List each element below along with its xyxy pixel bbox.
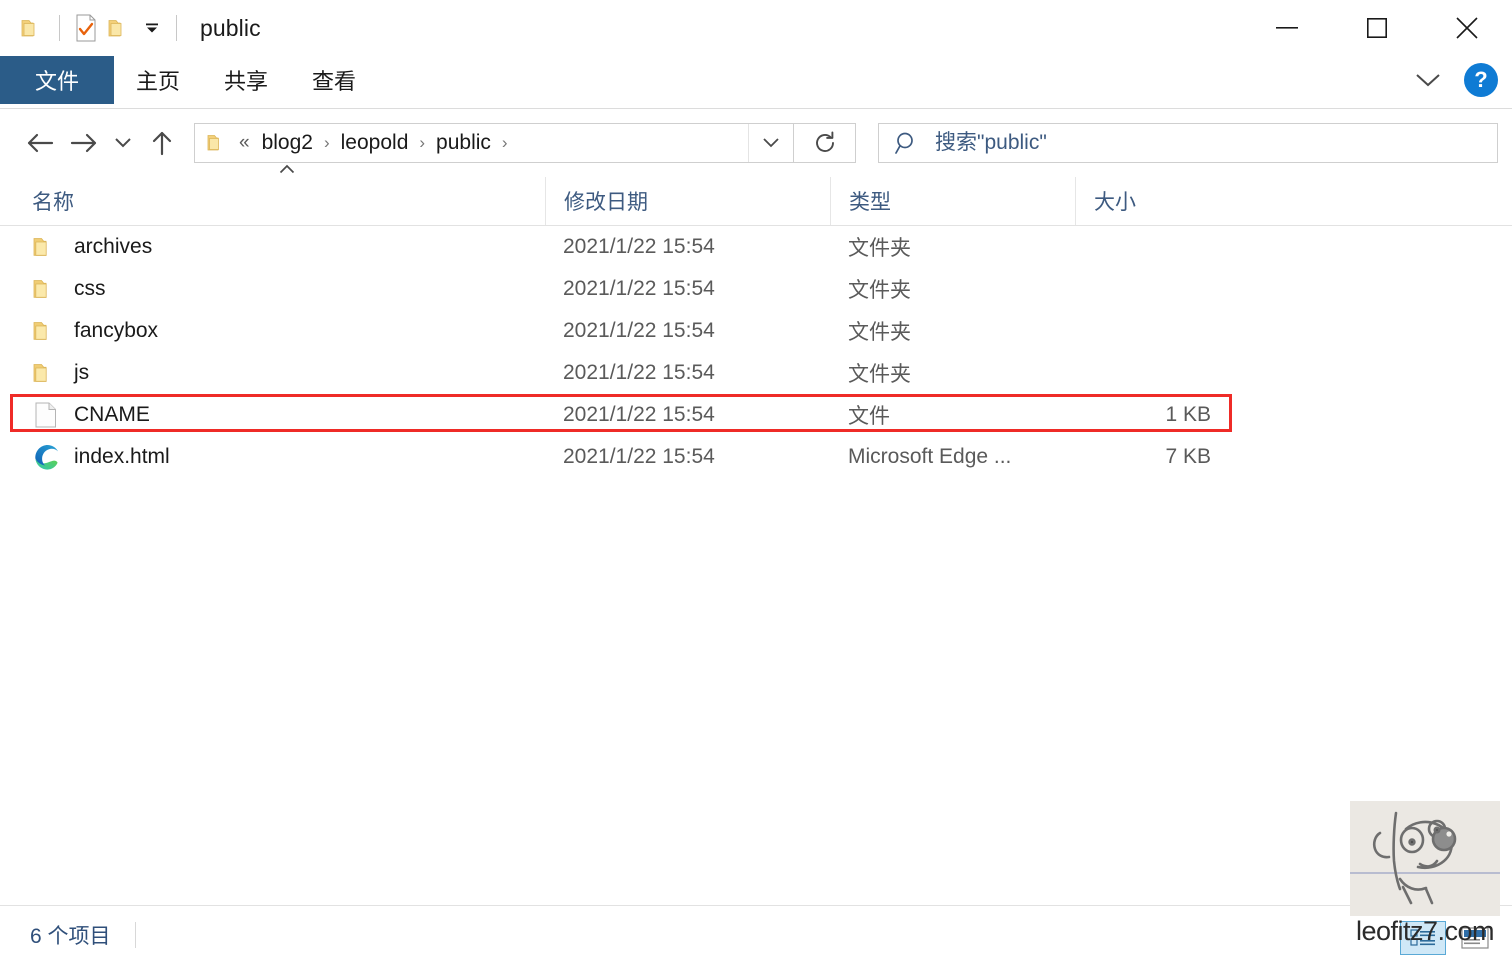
properties-icon[interactable]	[69, 11, 103, 45]
file-name-label: CNAME	[74, 403, 150, 426]
file-date-cell: 2021/1/22 15:54	[563, 445, 715, 468]
file-date-cell: 2021/1/22 15:54	[563, 277, 715, 300]
close-button[interactable]	[1422, 0, 1512, 56]
file-date-cell: 2021/1/22 15:54	[563, 361, 715, 384]
search-icon	[879, 131, 935, 155]
file-name-cell: fancybox	[0, 317, 545, 345]
file-type-cell: 文件夹	[848, 279, 911, 302]
folder-icon	[32, 275, 60, 303]
file-date-cell: 2021/1/22 15:54	[563, 319, 715, 342]
tab-view[interactable]: 查看	[290, 56, 378, 104]
file-date-cell: 2021/1/22 15:54	[563, 403, 715, 426]
up-icon[interactable]	[140, 121, 184, 165]
breadcrumb-chevron-3[interactable]: ›	[495, 133, 515, 153]
chevron-down-icon[interactable]	[1406, 60, 1450, 100]
folder-icon	[32, 233, 60, 261]
file-type-cell: 文件夹	[848, 321, 911, 344]
table-row[interactable]: css 2021/1/22 15:54 文件夹	[0, 268, 1512, 310]
tab-share[interactable]: 共享	[202, 56, 290, 104]
maximize-button[interactable]	[1332, 0, 1422, 56]
title-bar: public	[0, 0, 1512, 56]
back-icon[interactable]	[18, 121, 62, 165]
breadcrumb: « blog2 › leopold › public ›	[237, 128, 748, 158]
view-mode-buttons	[1400, 921, 1498, 955]
table-row[interactable]: index.html 2021/1/22 15:54 Microsoft Edg…	[0, 436, 1512, 478]
ribbon-right-controls: ?	[1406, 60, 1498, 100]
edge-icon	[32, 443, 60, 471]
column-header-row: 名称 修改日期 类型 大小	[0, 164, 1512, 226]
file-name-cell: js	[0, 359, 545, 387]
file-type-cell: Microsoft Edge ...	[848, 445, 1012, 468]
breadcrumb-item-blog2[interactable]: blog2	[258, 128, 317, 158]
minimize-button[interactable]	[1242, 0, 1332, 56]
sort-ascending-icon	[278, 163, 296, 175]
file-size-cell: 1 KB	[1165, 403, 1211, 426]
large-icons-view-button[interactable]	[1452, 921, 1498, 955]
file-name-cell: CNAME	[0, 401, 545, 429]
breadcrumb-item-public[interactable]: public	[432, 128, 495, 158]
file-size-cell: 7 KB	[1165, 445, 1211, 468]
item-count-label: 6 个项目	[30, 924, 111, 948]
quick-access-dropdown-icon[interactable]	[137, 11, 167, 45]
file-type-cell: 文件	[848, 405, 890, 428]
window-controls	[1242, 0, 1512, 56]
folder-icon	[32, 359, 60, 387]
tab-home[interactable]: 主页	[114, 56, 202, 104]
quick-access-toolbar	[0, 11, 186, 45]
status-divider	[134, 921, 136, 948]
navigation-bar: « blog2 › leopold › public ›	[0, 109, 1512, 177]
file-date-cell: 2021/1/22 15:54	[563, 235, 715, 258]
refresh-button[interactable]	[794, 123, 856, 163]
file-name-label: index.html	[74, 445, 170, 468]
breadcrumb-overflow[interactable]: «	[237, 132, 258, 154]
toolbar-divider	[59, 15, 60, 41]
status-bar: 6 个项目	[0, 905, 1512, 963]
address-dropdown-icon[interactable]	[748, 124, 793, 162]
column-header-name-label: 名称	[32, 191, 74, 214]
breadcrumb-chevron-1[interactable]: ›	[317, 133, 337, 153]
help-icon[interactable]: ?	[1464, 63, 1498, 97]
details-view-button[interactable]	[1400, 921, 1446, 955]
file-type-cell: 文件夹	[848, 363, 911, 386]
search-input[interactable]	[935, 131, 1497, 155]
column-header-size-label: 大小	[1094, 191, 1136, 214]
breadcrumb-item-leopold[interactable]: leopold	[337, 128, 413, 158]
search-box[interactable]	[878, 123, 1498, 163]
file-name-cell: css	[0, 275, 545, 303]
address-folder-icon	[207, 133, 229, 153]
file-list: archives 2021/1/22 15:54 文件夹 css 2021/1/…	[0, 226, 1512, 896]
tab-file[interactable]: 文件	[0, 56, 114, 104]
breadcrumb-chevron-2[interactable]: ›	[412, 133, 432, 153]
address-bar[interactable]: « blog2 › leopold › public ›	[194, 123, 794, 163]
title-divider	[176, 15, 177, 41]
column-header-date[interactable]: 修改日期	[545, 177, 830, 225]
file-explorer-window: public 文件 主页 共享 查看 ? « blog2 › leopold ›…	[0, 0, 1512, 963]
column-header-type[interactable]: 类型	[830, 177, 1075, 225]
file-icon	[32, 401, 60, 429]
column-header-size[interactable]: 大小	[1075, 177, 1235, 225]
table-row[interactable]: fancybox 2021/1/22 15:54 文件夹	[0, 310, 1512, 352]
column-header-type-label: 类型	[849, 191, 891, 214]
annotated-row-wrapper: CNAME 2021/1/22 15:54 文件 1 KB	[0, 394, 1512, 436]
ribbon-tab-bar: 文件 主页 共享 查看 ?	[0, 56, 1512, 109]
new-folder-icon[interactable]	[103, 11, 137, 45]
column-header-name[interactable]: 名称	[0, 164, 545, 225]
file-type-cell: 文件夹	[848, 237, 911, 260]
file-name-label: js	[74, 361, 90, 384]
file-name-label: archives	[74, 235, 153, 258]
file-name-label: css	[74, 277, 106, 300]
table-row[interactable]: CNAME 2021/1/22 15:54 文件 1 KB	[0, 394, 1512, 436]
file-name-cell: archives	[0, 233, 545, 261]
folder-icon	[32, 317, 60, 345]
file-name-label: fancybox	[74, 319, 159, 342]
table-row[interactable]: archives 2021/1/22 15:54 文件夹	[0, 226, 1512, 268]
forward-icon[interactable]	[62, 121, 106, 165]
column-header-date-label: 修改日期	[564, 191, 648, 214]
window-title: public	[200, 14, 261, 41]
file-name-cell: index.html	[0, 443, 545, 471]
folder-icon[interactable]	[16, 11, 50, 45]
table-row[interactable]: js 2021/1/22 15:54 文件夹	[0, 352, 1512, 394]
recent-locations-icon[interactable]	[106, 121, 140, 165]
